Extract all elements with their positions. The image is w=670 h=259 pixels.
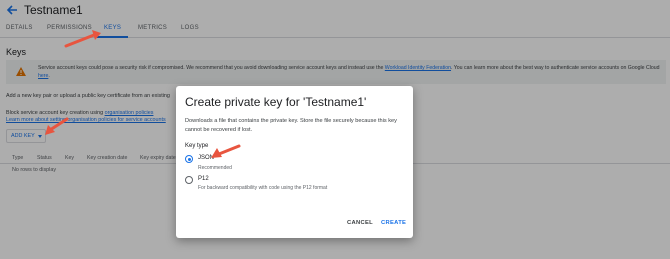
p12-option-label[interactable]: P12 bbox=[198, 176, 209, 182]
annotation-arrow-add-key bbox=[45, 117, 69, 135]
cancel-button[interactable]: CANCEL bbox=[347, 220, 373, 226]
annotation-arrow-json bbox=[211, 144, 241, 158]
p12-option-hint: For backward compatibility with code usi… bbox=[198, 185, 328, 191]
json-radio[interactable] bbox=[185, 155, 193, 163]
dialog-description: Downloads a file that contains the priva… bbox=[185, 118, 397, 133]
dialog-title: Create private key for 'Testname1' bbox=[185, 95, 367, 109]
create-button[interactable]: CREATE bbox=[381, 220, 406, 226]
p12-radio[interactable] bbox=[185, 176, 193, 184]
annotation-arrow-keys-tab bbox=[64, 30, 101, 48]
json-option-hint: Recommended bbox=[198, 165, 232, 171]
key-type-label: Key type bbox=[185, 143, 209, 149]
create-private-key-dialog: Create private key for 'Testname1' Downl… bbox=[176, 86, 413, 238]
